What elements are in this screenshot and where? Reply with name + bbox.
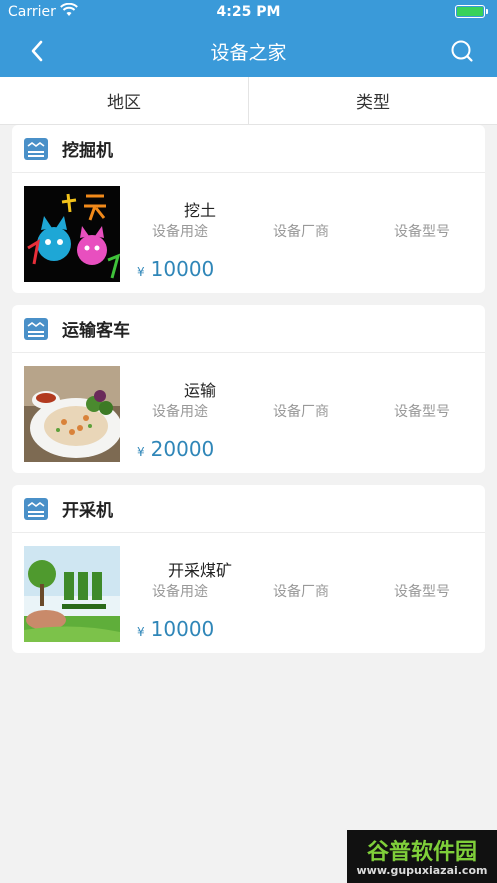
card-body: 挖土 设备用途 设备厂商 设备型号 ¥ 10000 [12, 173, 485, 293]
filter-bar: 地区 类型 [0, 77, 497, 125]
search-button[interactable] [447, 36, 477, 66]
equipment-use: 运输 [183, 381, 216, 400]
equipment-thumbnail [24, 366, 120, 462]
equipment-icon [24, 137, 48, 160]
equipment-thumbnail [24, 186, 120, 282]
label-model: 设备型号 [394, 584, 450, 600]
equipment-card[interactable]: 挖掘机 挖土 设备用途 设备厂商 设备型号 ¥ 10000 [12, 125, 485, 293]
label-usage: 设备用途 [152, 224, 208, 240]
equipment-use: 开采煤矿 [167, 561, 232, 580]
card-body: 开采煤矿 设备用途 设备厂商 设备型号 ¥ 10000 [12, 533, 485, 653]
price-value: 20000 [150, 437, 215, 461]
label-model: 设备型号 [394, 224, 450, 240]
equipment-icon [24, 497, 48, 520]
label-usage: 设备用途 [152, 404, 208, 420]
top-bar: Carrier 4:25 PM 设备之家 [0, 0, 497, 77]
page-title: 设备之家 [210, 42, 287, 64]
label-usage: 设备用途 [152, 584, 208, 600]
equipment-card[interactable]: 开采机 开采煤矿 设备用途 设备厂商 设备型号 ¥ 10000 [12, 485, 485, 653]
currency-symbol: ¥ [137, 625, 145, 639]
equipment-icon [24, 317, 48, 340]
clock: 4:25 PM [216, 4, 281, 20]
card-header: 运输客车 [12, 305, 485, 353]
price-value: 10000 [150, 257, 215, 281]
search-icon [451, 40, 473, 62]
watermark-url: www.gupuxiazai.com [356, 864, 488, 877]
label-model: 设备型号 [394, 404, 450, 420]
price: ¥ 10000 [137, 257, 214, 281]
watermark-title: 谷普软件园 [366, 840, 477, 865]
price: ¥ 20000 [137, 437, 214, 461]
price: ¥ 10000 [137, 617, 214, 641]
currency-symbol: ¥ [137, 265, 145, 279]
label-manufacturer: 设备厂商 [273, 584, 329, 600]
label-manufacturer: 设备厂商 [273, 404, 329, 420]
card-header: 挖掘机 [12, 125, 485, 173]
battery-icon [455, 5, 488, 18]
card-header: 开采机 [12, 485, 485, 533]
equipment-thumbnail [24, 546, 120, 642]
equipment-use: 挖土 [183, 201, 216, 220]
card-body: 运输 设备用途 设备厂商 设备型号 ¥ 20000 [12, 353, 485, 473]
card-title: 运输客车 [62, 321, 130, 341]
equipment-card[interactable]: 运输客车 运输 设备用途 设备厂商 设备型号 ¥ 20000 [12, 305, 485, 473]
watermark: 谷普软件园 www.gupuxiazai.com [347, 830, 497, 883]
card-title: 挖掘机 [62, 141, 113, 161]
card-title: 开采机 [62, 501, 113, 521]
filter-type[interactable]: 类型 [248, 77, 497, 124]
currency-symbol: ¥ [137, 445, 145, 459]
filter-region[interactable]: 地区 [0, 77, 248, 124]
status-bar: Carrier 4:25 PM [0, 0, 497, 26]
price-value: 10000 [150, 617, 215, 641]
label-manufacturer: 设备厂商 [273, 224, 329, 240]
